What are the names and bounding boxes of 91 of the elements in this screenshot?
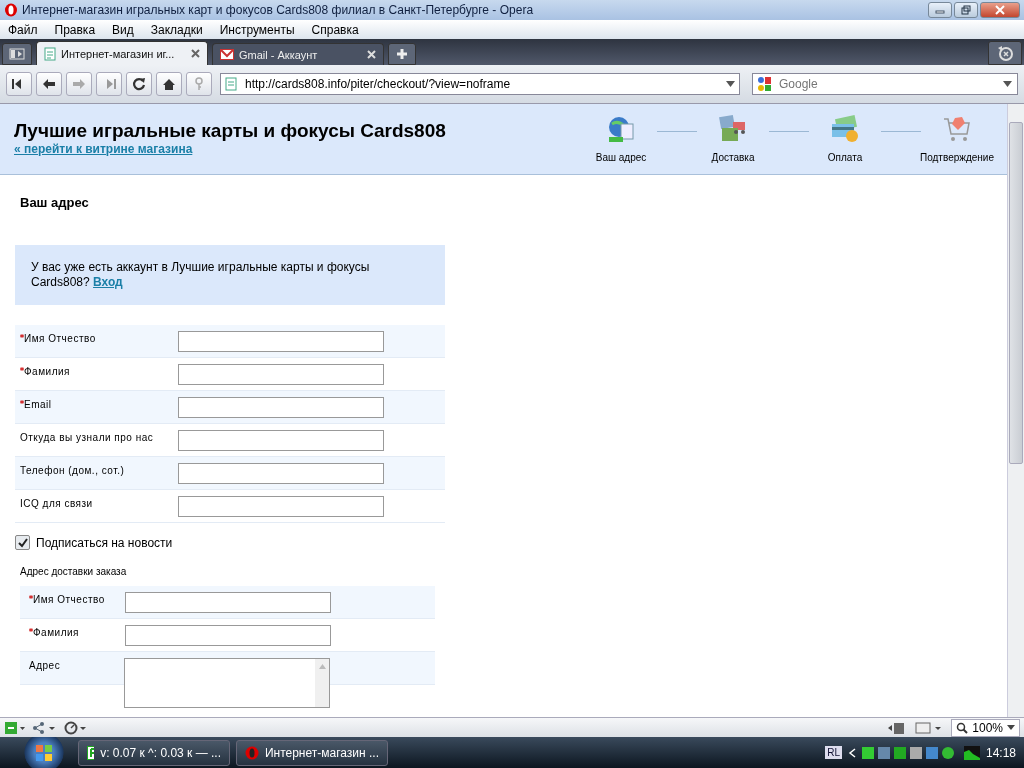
- text-input-field[interactable]: [178, 463, 384, 484]
- scroll-up-icon: [318, 664, 326, 669]
- envelope-icon: [220, 49, 234, 60]
- site-title: Лучшие игральные карты и фокусы Cards808: [14, 120, 446, 142]
- field-label: ICQ для связи: [20, 498, 93, 509]
- field-label: Фамилия: [33, 627, 79, 638]
- language-indicator[interactable]: RL: [825, 746, 842, 759]
- network-graph-icon[interactable]: [963, 745, 980, 760]
- minimize-button[interactable]: [928, 2, 952, 18]
- home-icon: [162, 77, 176, 91]
- rewind-button[interactable]: [6, 72, 32, 96]
- zoom-icon: [956, 721, 969, 734]
- clock: 14:18: [985, 745, 1016, 760]
- closed-tabs-button[interactable]: [988, 41, 1022, 65]
- home-button[interactable]: [156, 72, 182, 96]
- checkout-step-label: Подтверждение: [920, 152, 994, 163]
- storefront-link[interactable]: « перейти к витрине магазина: [14, 142, 446, 156]
- panel-toggle-button[interactable]: [2, 43, 32, 65]
- network-nodes-icon[interactable]: [32, 720, 58, 735]
- zoom-control[interactable]: 100%: [951, 718, 1020, 737]
- key-icon: [194, 77, 204, 91]
- restore-button[interactable]: [954, 2, 978, 18]
- new-tab-button[interactable]: [388, 43, 416, 65]
- text-input-field[interactable]: [178, 496, 384, 517]
- restore-icon: [961, 5, 971, 15]
- tray-expand-icon[interactable]: [847, 747, 856, 758]
- undo-close-icon: [996, 44, 1014, 62]
- credit-card-icon: [830, 114, 860, 144]
- address-field[interactable]: http://cards808.info/piter/checkout/?view=noframe: [220, 73, 740, 95]
- checkout-step-label: Доставка: [711, 152, 755, 163]
- checkout-step-label: Ваш адрес: [595, 152, 647, 163]
- forward-arrow-icon: [72, 78, 86, 90]
- section-title: Ваш адрес: [20, 195, 90, 210]
- menu-item[interactable]: Правка: [46, 22, 105, 37]
- delivery-truck-icon: [718, 114, 748, 144]
- text-input-field[interactable]: [178, 364, 384, 385]
- meter-app-icon: [87, 745, 95, 760]
- back-arrow-icon: [42, 78, 56, 90]
- windows-logo-icon: [35, 743, 53, 762]
- subscribe-checkbox[interactable]: [15, 535, 30, 550]
- close-tab-icon[interactable]: [191, 49, 200, 58]
- dropdown-caret-icon[interactable]: [726, 81, 735, 87]
- menu-item[interactable]: Файл: [0, 22, 47, 37]
- plus-icon: [396, 48, 408, 60]
- field-label: Email: [24, 399, 52, 410]
- login-link[interactable]: Вход: [93, 275, 123, 289]
- text-input-field[interactable]: [178, 331, 384, 352]
- checkmark-icon: [17, 537, 28, 548]
- globe-document-icon: [606, 114, 636, 144]
- menu-item[interactable]: Вид: [104, 22, 143, 37]
- dropdown-caret-icon[interactable]: [1003, 81, 1012, 87]
- browser-logo-icon: [4, 3, 18, 17]
- browser-logo-icon: [245, 745, 259, 760]
- menu-item[interactable]: Инструменты: [211, 22, 304, 37]
- back-button[interactable]: [36, 72, 62, 96]
- field-label: Адрес: [29, 660, 61, 671]
- close-button[interactable]: [980, 2, 1020, 18]
- text-input-field[interactable]: [125, 625, 331, 646]
- text-input-field[interactable]: [178, 397, 384, 418]
- field-label: Фамилия: [24, 366, 70, 377]
- browser-tab[interactable]: Gmail - Аккаунт: [212, 43, 384, 65]
- taskbar-button[interactable]: Интернет-магазин ...: [236, 739, 388, 766]
- menu-item[interactable]: Закладки: [142, 22, 212, 37]
- window-title: Интернет-магазин игральных карт и фокусов Cards808 филиал в Санкт-Петербурге - Opera: [22, 3, 534, 17]
- browser-tab[interactable]: Интернет-магазин иг...: [36, 41, 208, 65]
- panel-icon: [9, 48, 25, 60]
- field-label: Откуда вы узнали про нас: [20, 432, 154, 443]
- checkout-step-label: Оплата: [827, 152, 863, 163]
- gauge-icon[interactable]: [64, 720, 88, 735]
- address-textarea[interactable]: [124, 658, 330, 708]
- scrollbar-thumb[interactable]: [1009, 122, 1023, 464]
- sync-icon[interactable]: [4, 720, 26, 735]
- shipping-section-title: Адрес доставки заказа: [20, 566, 128, 577]
- reload-button[interactable]: [126, 72, 152, 96]
- field-label: Имя Отчество: [33, 594, 105, 605]
- shopping-cart-icon: [942, 114, 972, 144]
- login-prompt: У вас уже есть аккаунт в Лучшие игральные карты и фокусы Cards808? Вход: [31, 260, 370, 289]
- subscribe-label: Подписаться на новости: [36, 535, 173, 550]
- document-icon: [44, 46, 56, 61]
- search-field[interactable]: Google: [752, 73, 1018, 95]
- vertical-scrollbar[interactable]: [1007, 104, 1024, 717]
- document-icon: [225, 77, 237, 91]
- text-input-field[interactable]: [125, 592, 331, 613]
- text-input-field[interactable]: [178, 430, 384, 451]
- close-icon: [995, 5, 1005, 15]
- field-label: Имя Отчество: [24, 333, 96, 344]
- reload-icon: [132, 77, 146, 91]
- field-label: Телефон (дом., сот.): [20, 465, 125, 476]
- menu-item[interactable]: Справка: [303, 22, 368, 37]
- dropdown-caret-icon: [1007, 725, 1015, 730]
- taskbar-button[interactable]: v: 0.07 к ^: 0.03 к — ...: [78, 739, 230, 766]
